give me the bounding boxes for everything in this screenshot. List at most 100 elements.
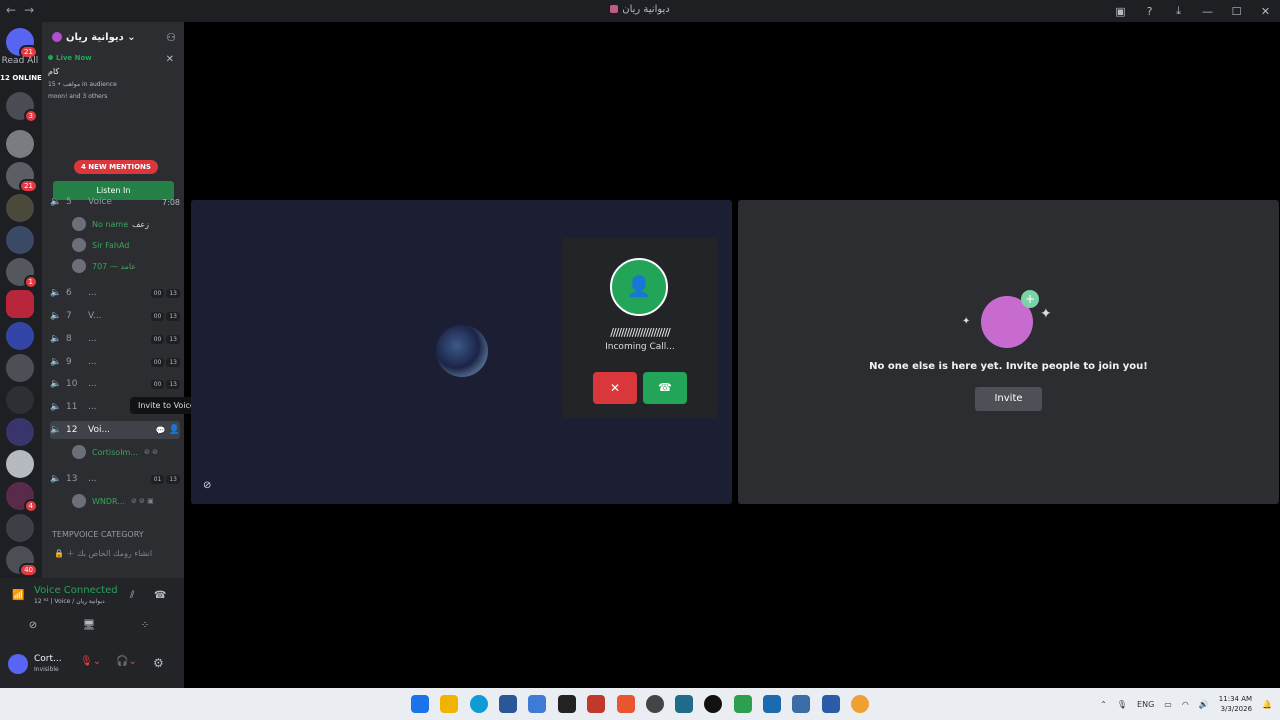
- server-icon[interactable]: [6, 290, 34, 318]
- server-icon: [610, 5, 619, 13]
- voice-channel[interactable]: 🔈 13... 01 13: [50, 470, 180, 488]
- activities-button[interactable]: ⁘: [124, 616, 166, 636]
- camera-off-icon: ⊘: [203, 480, 212, 491]
- server-icon[interactable]: [6, 194, 34, 222]
- speaker-icon: 🔈: [50, 379, 62, 389]
- deafened-icon[interactable]: 🎧⌄: [116, 656, 137, 667]
- server-badge: 4: [23, 499, 38, 513]
- server-icon[interactable]: [6, 450, 34, 478]
- create-room-channel[interactable]: 🔒 ＋ انشاء رومك الخاص بك: [54, 548, 152, 559]
- edge-icon[interactable]: [470, 695, 488, 713]
- vscode-icon[interactable]: [763, 695, 781, 713]
- app-icon[interactable]: [704, 695, 722, 713]
- noise-suppression-icon[interactable]: ⫽: [130, 590, 134, 601]
- chat-icon[interactable]: 💬: [156, 426, 166, 435]
- voice-member[interactable]: No name زعف: [72, 215, 149, 233]
- sparkle-icon: ✦: [1040, 306, 1052, 322]
- decline-call-button[interactable]: ✕: [593, 372, 637, 404]
- accept-call-button[interactable]: ☎: [643, 372, 687, 404]
- window-title: ديوانية ريان: [0, 4, 1280, 15]
- app-icon[interactable]: [792, 695, 810, 713]
- new-mentions-pill[interactable]: 4 NEW MENTIONS: [74, 160, 158, 174]
- voice-member[interactable]: Sir FahAd: [72, 236, 129, 254]
- disconnect-icon[interactable]: ☎: [154, 590, 166, 601]
- gear-icon[interactable]: ⚙: [153, 656, 164, 670]
- voice-member[interactable]: CortisoIm... ⊘ ⊘: [72, 443, 158, 461]
- app-icon[interactable]: [587, 695, 605, 713]
- signal-icon[interactable]: 📶: [12, 590, 24, 601]
- close-icon[interactable]: ✕: [166, 54, 174, 65]
- speaker-icon: 🔈: [50, 402, 62, 412]
- server-icon[interactable]: [6, 354, 34, 382]
- server-badge: 3: [23, 109, 38, 123]
- server-icon[interactable]: [6, 418, 34, 446]
- caller-name: //////////////////////: [610, 326, 671, 339]
- brave-icon[interactable]: [617, 695, 635, 713]
- add-user-icon[interactable]: ⚇: [166, 31, 176, 44]
- speaker-icon: 🔈: [50, 197, 62, 207]
- voice-channel[interactable]: 🔈 8... 00 13: [50, 330, 180, 348]
- category-header[interactable]: TEMPVOICE CATEGORY: [52, 530, 144, 539]
- file-explorer-icon[interactable]: [440, 695, 458, 713]
- inbox-icon[interactable]: ▣: [1106, 5, 1135, 18]
- notepad-icon[interactable]: [822, 695, 840, 713]
- maximize-button[interactable]: ☐: [1222, 5, 1251, 18]
- incoming-call-card: 👤 ////////////////////// Incoming Call..…: [562, 238, 718, 418]
- server-icon[interactable]: 40: [6, 546, 38, 577]
- start-icon[interactable]: [411, 695, 429, 713]
- avatar: [72, 445, 86, 459]
- mail-icon[interactable]: [528, 695, 546, 713]
- server-icon[interactable]: 21: [6, 162, 38, 193]
- close-window-button[interactable]: ✕: [1251, 5, 1280, 18]
- voice-channel-path[interactable]: 12 ᴿ² | Voice / ديوانية ريان: [34, 598, 105, 605]
- notifications-icon[interactable]: 🔔: [1262, 700, 1272, 709]
- server-icon[interactable]: [6, 386, 34, 414]
- camera-off-button[interactable]: ⊘: [12, 616, 54, 636]
- server-icon[interactable]: 3: [6, 92, 38, 123]
- server-icon[interactable]: 1: [6, 258, 38, 289]
- invite-to-voice-icon[interactable]: 👤: [169, 425, 180, 435]
- server-icon[interactable]: [6, 130, 34, 158]
- invite-button[interactable]: Invite: [975, 387, 1042, 411]
- voice-channel[interactable]: 🔈 6... 00 13: [50, 284, 180, 302]
- server-icon[interactable]: 4: [6, 482, 38, 513]
- chrome-icon[interactable]: [646, 695, 664, 713]
- muted-icon: ⊘ ⊘: [143, 448, 158, 456]
- wifi-icon[interactable]: ◠: [1182, 700, 1189, 709]
- display-icon[interactable]: ▭: [1164, 700, 1172, 709]
- clock[interactable]: 11:34 AM 3/3/2026: [1219, 694, 1252, 714]
- speaker-icon: 🔈: [50, 334, 62, 344]
- read-all-button[interactable]: Read All: [0, 56, 40, 66]
- voice-channel[interactable]: 🔈 9... 00 13: [50, 353, 180, 371]
- server-icon[interactable]: [6, 226, 34, 254]
- screen-share-button[interactable]: 🖥: [68, 616, 110, 636]
- server-icon[interactable]: [6, 514, 34, 542]
- avatar: [72, 238, 86, 252]
- minimize-button[interactable]: —: [1193, 5, 1222, 18]
- voice-channel[interactable]: 🔈 5 Voice 7:08: [50, 193, 180, 211]
- server-icon[interactable]: [6, 322, 34, 350]
- xbox-icon[interactable]: [734, 695, 752, 713]
- chevron-up-icon[interactable]: ⌃: [1100, 700, 1107, 709]
- server-header[interactable]: ديوانية ريان ⌄ ⚇: [42, 22, 184, 52]
- voice-channel-selected[interactable]: 🔈 12 Voi... 💬 👤: [50, 421, 180, 439]
- help-icon[interactable]: ?: [1135, 5, 1164, 18]
- voice-channel[interactable]: 🔈 10... 00 13: [50, 375, 180, 393]
- username: Cort...: [34, 654, 62, 664]
- mic-icon[interactable]: 🎙: [1117, 700, 1127, 709]
- channel-counts: 00 13: [150, 357, 180, 367]
- direct-messages-button[interactable]: 21: [6, 28, 38, 59]
- server-badge: 40: [19, 563, 38, 577]
- voice-channel[interactable]: 🔈 7 V... 00 13: [50, 307, 180, 325]
- mic-muted-icon[interactable]: 🎙⌄: [80, 656, 101, 667]
- store-icon[interactable]: [499, 695, 517, 713]
- voice-member[interactable]: WNDR... ⊘ ⊘ ▣: [72, 492, 154, 510]
- voice-member[interactable]: عامد — 707: [72, 257, 136, 275]
- download-icon[interactable]: ⤓: [1164, 4, 1193, 18]
- app-icon[interactable]: [851, 695, 869, 713]
- volume-icon[interactable]: 🔊: [1199, 700, 1209, 709]
- app-icon[interactable]: [675, 695, 693, 713]
- terminal-icon[interactable]: [558, 695, 576, 713]
- avatar[interactable]: [8, 654, 28, 674]
- language-indicator[interactable]: ENG: [1137, 700, 1154, 709]
